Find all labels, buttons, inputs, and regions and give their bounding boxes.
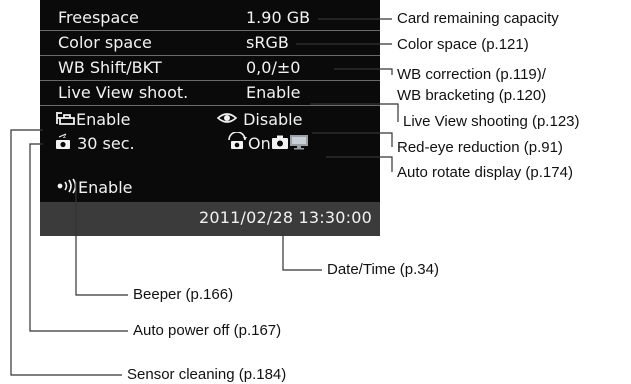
callout-wb-correction: WB correction (p.119)/	[397, 66, 546, 83]
red-eye-icon	[216, 109, 238, 133]
callout-beeper: Beeper (p.166)	[133, 286, 234, 303]
beeper-setting: Enable	[56, 176, 133, 201]
red-eye-setting: Disable	[216, 108, 302, 133]
freespace-label: Freespace	[58, 8, 139, 27]
color-space-value: sRGB	[246, 33, 289, 52]
callout-date-time: Date/Time (p.34)	[327, 261, 439, 278]
callout-live-view: Live View shooting (p.123)	[403, 113, 580, 130]
auto-rotate-icon	[226, 131, 248, 157]
camera-lcd-screen: Freespace 1.90 GB Color space sRGB WB Sh…	[40, 0, 380, 236]
row-live-view: Live View shoot. Enable	[40, 81, 380, 105]
sensor-cleaning-setting: Enable	[54, 108, 131, 133]
sensor-cleaning-value: Enable	[76, 110, 131, 129]
live-view-value: Enable	[246, 83, 301, 102]
wb-shift-label: WB Shift/BKT	[58, 58, 162, 77]
callout-color-space: Color space (p.121)	[397, 36, 529, 53]
red-eye-value: Disable	[243, 110, 303, 129]
sensor-cleaning-icon	[54, 109, 76, 133]
auto-rotate-setting: On	[226, 131, 309, 157]
row-beeper: Enable	[40, 176, 380, 200]
callout-auto-power-off: Auto power off (p.167)	[133, 322, 282, 339]
row-sensor-redeye: Enable Disable	[40, 108, 380, 132]
row-divider	[40, 105, 380, 106]
row-color-space: Color space sRGB	[40, 31, 380, 55]
beeper-icon	[56, 177, 78, 201]
callout-card-capacity: Card remaining capacity	[397, 10, 559, 27]
callout-wb-bracketing: WB bracketing (p.120)	[397, 87, 547, 104]
auto-power-off-value: 30 sec.	[77, 134, 135, 153]
camera-icon	[271, 133, 289, 157]
freespace-value: 1.90 GB	[246, 8, 311, 27]
date-time-bar: 2011/02/28 13:30:00	[40, 202, 380, 236]
row-freespace: Freespace 1.90 GB	[40, 6, 380, 30]
live-view-label: Live View shoot.	[58, 83, 189, 102]
monitor-icon	[289, 133, 309, 157]
beeper-value: Enable	[78, 178, 133, 197]
auto-rotate-value: On	[248, 134, 271, 153]
wb-shift-value: 0,0/±0	[246, 58, 301, 77]
row-wb-shift: WB Shift/BKT 0,0/±0	[40, 56, 380, 80]
date-time-value: 2011/02/28 13:30:00	[199, 208, 372, 227]
leader-date-time	[282, 233, 322, 271]
color-space-label: Color space	[58, 33, 152, 52]
auto-power-off-setting: z 30 sec.	[54, 132, 135, 157]
callout-sensor-cleaning: Sensor cleaning (p.184)	[127, 366, 287, 383]
callout-auto-rotate: Auto rotate display (p.174)	[397, 164, 573, 181]
callout-red-eye: Red-eye reduction (p.91)	[397, 139, 563, 156]
auto-power-off-icon: z	[54, 132, 72, 157]
row-power-rotate: z 30 sec. On	[40, 131, 380, 157]
